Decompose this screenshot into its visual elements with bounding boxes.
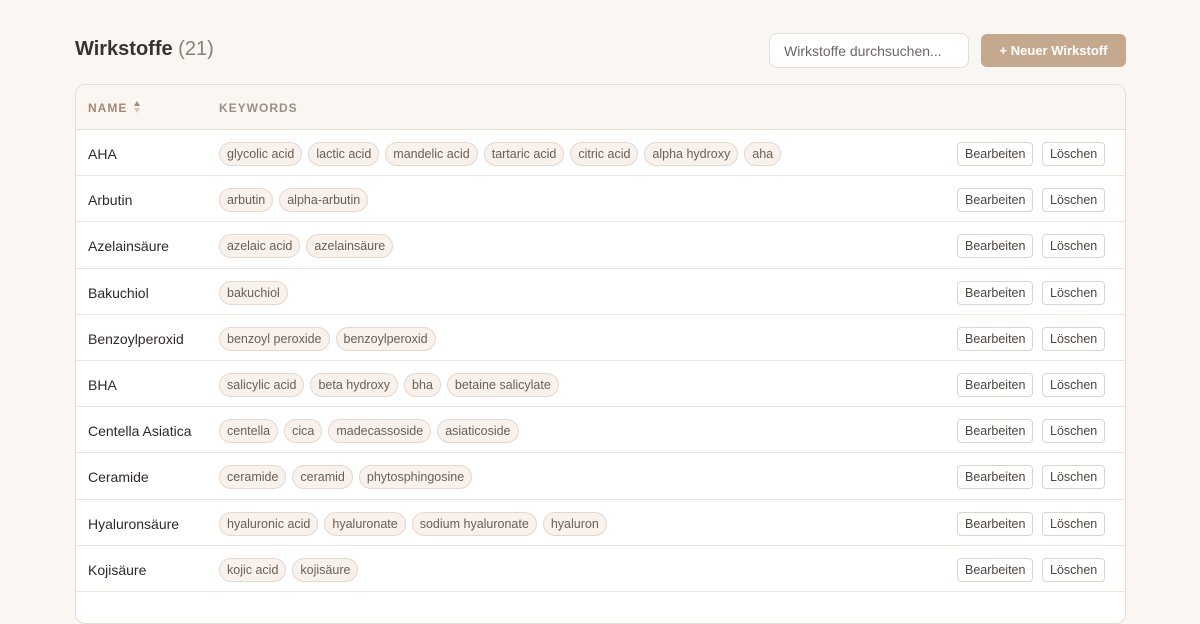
table-row: AHA glycolic acid lactic acid mandelic acid… [76,130,1125,177]
column-header-name[interactable]: NAME [88,101,127,115]
keyword-tag: benzoylperoxid [335,326,436,351]
ingredient-name: Benzoylperoxid [88,330,184,347]
delete-button[interactable]: Löschen [1042,142,1105,166]
keyword-tag: hyaluronate [324,511,406,536]
keyword-tag: aha [744,142,782,166]
keyword-tag: bakuchiol [219,280,288,305]
search-input[interactable] [769,33,969,68]
keyword-tag: hyaluron [542,511,607,536]
keyword-tags: arbutin alpha-arbutin [219,188,369,213]
keyword-tag: alpha hydroxy [644,142,739,166]
keyword-tags: bakuchiol [219,280,288,305]
keyword-tag: glycolic acid [219,142,303,166]
table-row: Hyaluronsäure hyaluronic acid hyaluronate s… [76,500,1125,546]
edit-button[interactable]: Bearbeiten [957,557,1033,582]
table-row: Bakuchiol bakuchiol Bearbeiten Löschen [76,269,1125,315]
ingredient-name: Ceramide [88,469,149,486]
ingredient-name: Bakuchiol [88,284,149,301]
delete-button[interactable]: Löschen [1042,280,1105,305]
keyword-tag: arbutin [219,188,274,213]
keyword-tag: azelainsäure [306,234,394,259]
keyword-tag: kojisäure [292,557,359,582]
keyword-tag: sodium hyaluronate [411,511,537,536]
keyword-tag: ceramide [219,465,287,490]
table-row: Kojisäure kojic acid kojisäure Bearbeiten Lö… [76,546,1125,592]
keyword-tag: hyaluronic acid [219,511,319,536]
keyword-tags: kojic acid kojisäure [219,557,359,582]
keyword-tag: alpha-arbutin [279,188,369,213]
keyword-tag: cica [284,419,323,444]
edit-button[interactable]: Bearbeiten [957,280,1033,305]
table-header: NAME KEYWORDS [76,85,1125,130]
keyword-tag: phytosphingosine [358,465,473,490]
edit-button[interactable]: Bearbeiten [957,234,1033,259]
table-row: Benzoylperoxid benzoyl peroxide benzoylper… [76,315,1125,361]
item-count: (21) [178,38,214,60]
ingredients-table: NAME KEYWORDS AHA glycolic acid lactic aci… [75,84,1126,624]
table-body: AHA glycolic acid lactic acid mandelic acid… [76,130,1125,592]
keyword-tags: ceramide ceramid phytosphingosine [219,465,473,490]
keyword-tag: madecassoside [328,419,432,444]
keyword-tag: asiaticoside [437,419,519,444]
keyword-tag: lactic acid [308,142,380,166]
keyword-tag: betaine salicylate [446,372,559,397]
edit-button[interactable]: Bearbeiten [957,419,1033,444]
keyword-tag: salicylic acid [219,372,305,397]
new-ingredient-button[interactable]: + Neuer Wirkstoff [981,34,1126,67]
ingredient-name: Hyaluronsäure [88,515,180,532]
table-row: Ceramide ceramide ceramid phytosphingosine B… [76,453,1125,500]
keyword-tags: azelaic acid azelainsäure [219,234,394,259]
delete-button[interactable]: Löschen [1042,372,1105,397]
delete-button[interactable]: Löschen [1042,557,1105,582]
ingredient-name: AHA [88,146,117,162]
table-row: BHA salicylic acid beta hydroxy bha betaine … [76,361,1125,408]
page-title: Wirkstoffe (21) [75,38,214,61]
keyword-tags: centella cica madecassoside asiaticoside [219,419,519,444]
keyword-tags: hyaluronic acid hyaluronate sodium hyaluro… [219,511,607,536]
edit-button[interactable]: Bearbeiten [957,188,1033,213]
keyword-tag: benzoyl peroxide [219,326,330,351]
keyword-tag: kojic acid [219,557,287,582]
ingredient-name: Arbutin [88,192,133,209]
keyword-tags: salicylic acid beta hydroxy bha betaine sal… [219,372,559,397]
keyword-tag: azelaic acid [219,234,301,259]
table-row: Centella Asiatica centella cica madecassosi… [76,407,1125,454]
edit-button[interactable]: Bearbeiten [957,511,1033,536]
keyword-tag: tartaric acid [483,142,565,166]
delete-button[interactable]: Löschen [1042,511,1105,536]
delete-button[interactable]: Löschen [1042,419,1105,444]
delete-button[interactable]: Löschen [1042,188,1105,213]
ingredient-name: Kojisäure [88,561,147,578]
ingredient-name: Azelainsäure [88,238,169,255]
sort-asc-icon[interactable] [133,99,141,115]
keyword-tag: beta hydroxy [310,372,399,397]
ingredient-name: BHA [88,376,117,393]
page-header: Wirkstoffe (21) + Neuer Wirkstoff [75,33,1126,68]
keyword-tags: glycolic acid lactic acid mandelic acid tar… [219,142,782,166]
table-row: Azelainsäure azelaic acid azelainsäure Bear… [76,222,1125,269]
keyword-tags: benzoyl peroxide benzoylperoxid [219,326,436,351]
column-header-keywords: KEYWORDS [219,101,298,115]
ingredient-name: Centella Asiatica [88,423,192,440]
keyword-tag: mandelic acid [385,142,478,166]
edit-button[interactable]: Bearbeiten [957,465,1033,490]
delete-button[interactable]: Löschen [1042,465,1105,490]
page-title-text: Wirkstoffe [75,38,173,60]
keyword-tag: centella [219,419,279,444]
delete-button[interactable]: Löschen [1042,234,1105,259]
edit-button[interactable]: Bearbeiten [957,372,1033,397]
keyword-tag: bha [404,372,441,397]
edit-button[interactable]: Bearbeiten [957,142,1033,166]
delete-button[interactable]: Löschen [1042,326,1105,351]
table-row: Arbutin arbutin alpha-arbutin Bearbeiten Lös… [76,176,1125,223]
edit-button[interactable]: Bearbeiten [957,326,1033,351]
keyword-tag: ceramid [292,465,353,490]
keyword-tag: citric acid [570,142,639,166]
